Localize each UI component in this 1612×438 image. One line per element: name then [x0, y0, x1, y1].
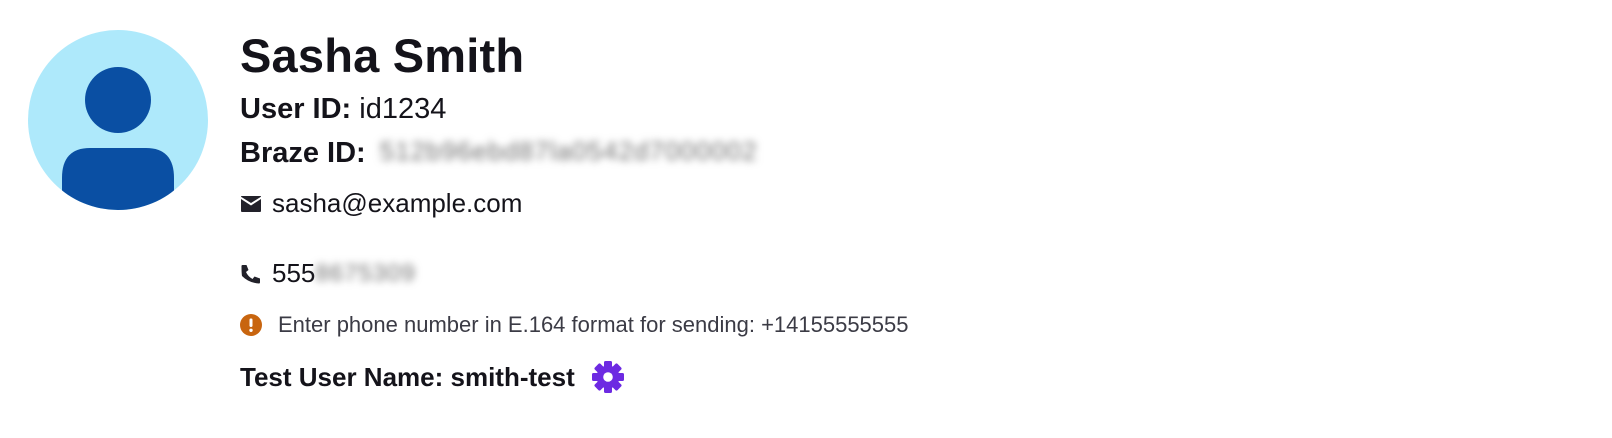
user-id-label: User ID:: [240, 93, 352, 125]
user-id-value: id1234: [359, 93, 447, 125]
test-user-row: Test User Name: smith-test: [240, 360, 625, 394]
phone-value-visible: 555: [272, 258, 316, 288]
user-name: Sasha Smith: [240, 29, 525, 82]
exclamation-circle-icon: [240, 314, 262, 336]
gear-icon[interactable]: [591, 360, 625, 394]
user-id-row: User ID: id1234: [240, 92, 446, 127]
user-avatar: [28, 30, 208, 210]
envelope-icon: [240, 193, 262, 215]
braze-id-label: Braze ID:: [240, 137, 366, 169]
phone-warning-text: Enter phone number in E.164 format for s…: [278, 312, 909, 337]
braze-id-row: Braze ID: 512b96ebd87la0542d7000002: [240, 136, 758, 171]
email-row: sasha@example.com: [240, 188, 522, 219]
user-avatar-icon: [62, 67, 174, 210]
phone-format-warning: Enter phone number in E.164 format for s…: [240, 312, 909, 338]
user-profile-info: Sasha Smith User ID: id1234 Braze ID: 51…: [240, 0, 1580, 438]
phone-row: 555 8675309: [240, 258, 416, 289]
phone-value-hidden: 8675309: [315, 259, 416, 287]
braze-id-value: 512b96ebd87la0542d7000002: [379, 136, 758, 166]
email-value: sasha@example.com: [272, 188, 523, 218]
test-user-label: Test User Name:: [240, 361, 444, 392]
phone-icon: [240, 263, 262, 285]
test-user-value: smith-test: [450, 361, 575, 392]
